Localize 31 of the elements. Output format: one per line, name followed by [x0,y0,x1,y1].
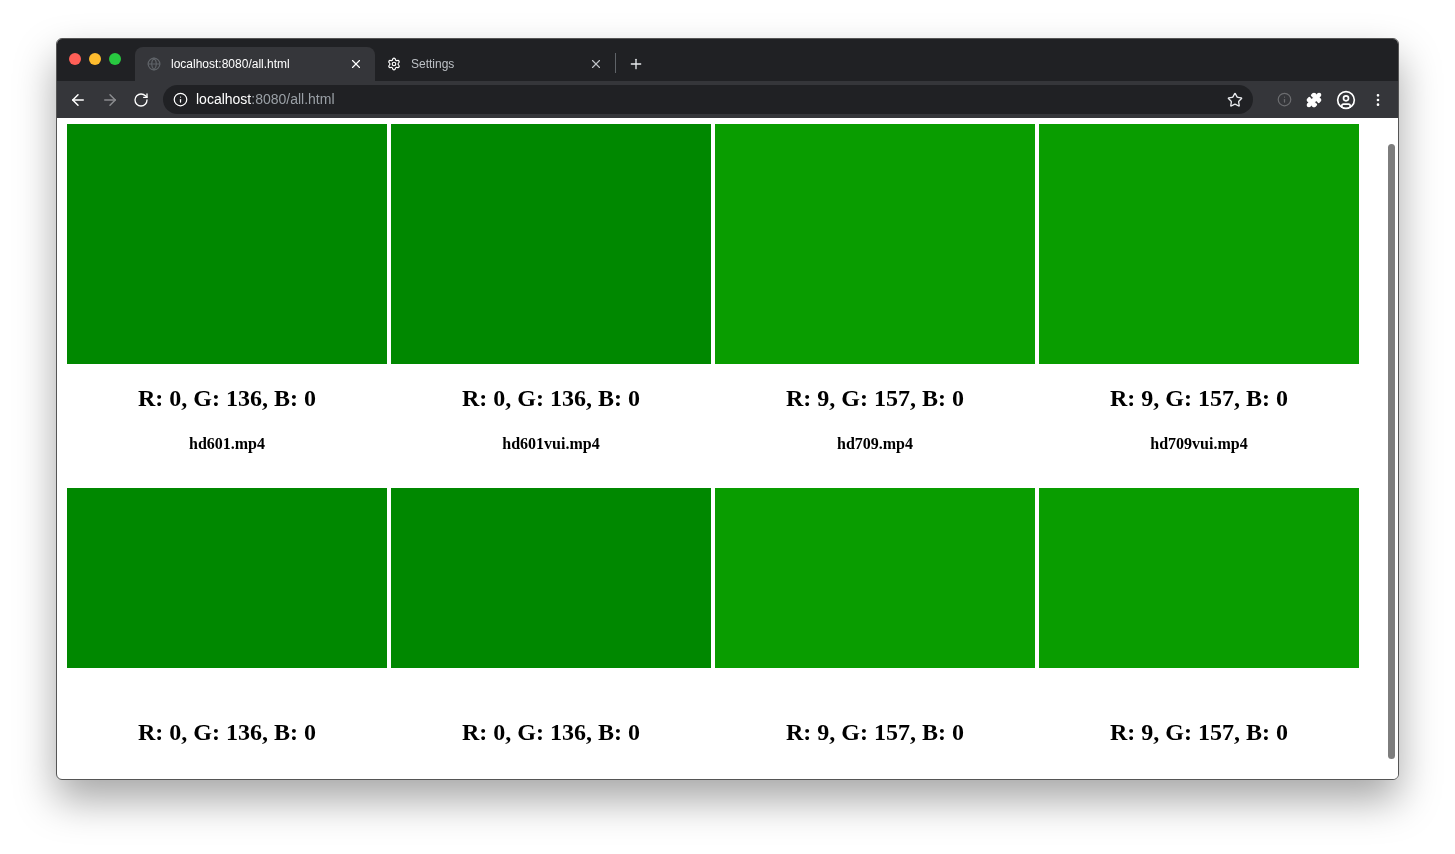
reload-icon[interactable] [133,91,149,108]
globe-icon [147,57,161,71]
profile-icon[interactable] [1336,89,1356,110]
color-reading: R: 0, G: 136, B: 0 [138,386,316,410]
tab-title: localhost:8080/all.html [171,56,291,73]
maximize-window-button[interactable] [109,53,121,65]
color-reading: R: 9, G: 157, B: 0 [1110,720,1288,744]
url-text: localhost:8080/all.html [196,90,336,109]
color-reading: R: 9, G: 157, B: 0 [1110,386,1288,410]
color-reading: R: 9, G: 157, B: 0 [786,720,964,744]
minimize-window-button[interactable] [89,53,101,65]
file-name: hd601.mp4 [189,436,265,452]
browser-tab[interactable]: Settings [375,47,615,81]
bookmark-star-icon[interactable] [1227,91,1243,108]
gear-icon [387,57,401,71]
file-name: hd709vui.mp4 [1150,436,1248,452]
scrollbar-thumb[interactable] [1387,144,1395,759]
file-name: hd709.mp4 [837,436,913,452]
new-tab-icon[interactable] [628,56,644,72]
tab-title: Settings [411,56,456,73]
extensions-icon[interactable] [1306,91,1322,108]
color-reading: R: 0, G: 136, B: 0 [138,720,316,744]
close-tab-icon[interactable] [349,57,363,71]
color-reading: R: 9, G: 157, B: 0 [786,386,964,410]
color-reading: R: 0, G: 136, B: 0 [462,386,640,410]
close-window-button[interactable] [69,53,81,65]
file-name: hd601vui.mp4 [502,436,600,452]
address-bar[interactable]: localhost:8080/all.html [163,85,1253,114]
color-reading: R: 0, G: 136, B: 0 [462,720,640,744]
browser-tab[interactable]: localhost:8080/all.html [135,47,375,81]
close-tab-icon[interactable] [589,57,603,71]
